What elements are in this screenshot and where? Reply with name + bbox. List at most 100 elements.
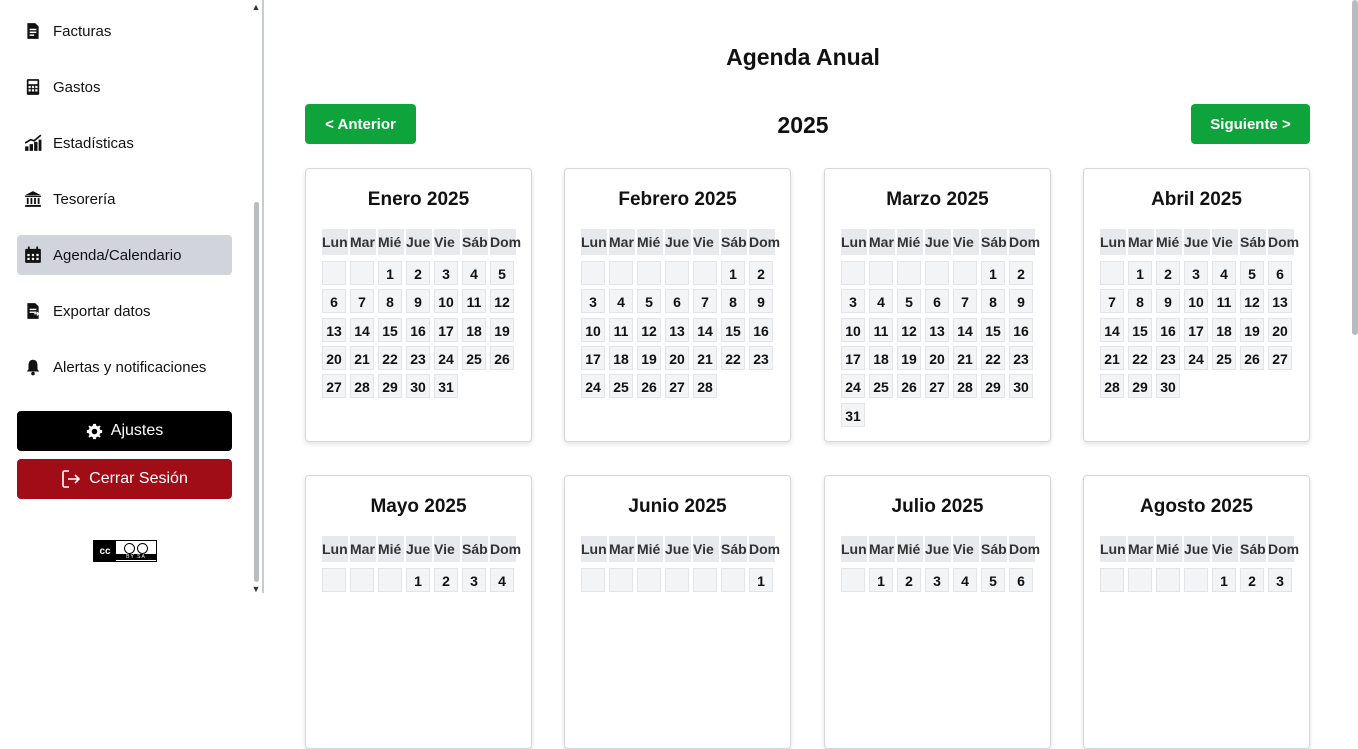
day-cell[interactable]: 29 (378, 374, 402, 399)
day-cell[interactable]: 2 (1240, 568, 1264, 592)
day-cell[interactable]: 10 (581, 317, 605, 342)
sidebar-item-gastos[interactable]: Gastos (17, 67, 232, 107)
day-cell[interactable]: 17 (1184, 317, 1208, 342)
day-cell[interactable]: 2 (406, 261, 430, 285)
day-cell[interactable]: 17 (841, 345, 865, 370)
day-cell[interactable]: 5 (1240, 261, 1264, 285)
day-cell[interactable]: 12 (490, 289, 514, 314)
day-cell[interactable]: 2 (1009, 261, 1033, 285)
day-cell[interactable]: 26 (1240, 345, 1264, 370)
day-cell[interactable]: 12 (897, 317, 921, 342)
day-cell[interactable]: 13 (665, 317, 689, 342)
day-cell[interactable]: 11 (462, 289, 486, 314)
day-cell[interactable]: 22 (1128, 345, 1152, 370)
day-cell[interactable]: 14 (953, 317, 977, 342)
day-cell[interactable]: 8 (721, 289, 745, 314)
day-cell[interactable]: 4 (490, 568, 514, 592)
day-cell[interactable]: 9 (749, 289, 773, 314)
day-cell[interactable]: 5 (981, 568, 1005, 592)
day-cell[interactable]: 3 (841, 289, 865, 314)
day-cell[interactable]: 25 (462, 345, 486, 370)
settings-button[interactable]: Ajustes (17, 411, 232, 451)
day-cell[interactable]: 25 (1212, 345, 1236, 370)
day-cell[interactable]: 10 (841, 317, 865, 342)
day-cell[interactable]: 3 (925, 568, 949, 592)
day-cell[interactable]: 25 (869, 374, 893, 399)
day-cell[interactable]: 15 (981, 317, 1005, 342)
day-cell[interactable]: 6 (1268, 261, 1292, 285)
day-cell[interactable]: 30 (1156, 374, 1180, 399)
day-cell[interactable]: 31 (434, 374, 458, 399)
day-cell[interactable]: 19 (897, 345, 921, 370)
day-cell[interactable]: 3 (434, 261, 458, 285)
day-cell[interactable]: 9 (406, 289, 430, 314)
day-cell[interactable]: 31 (841, 402, 865, 427)
day-cell[interactable]: 20 (322, 345, 346, 370)
day-cell[interactable]: 13 (1268, 289, 1292, 314)
day-cell[interactable]: 22 (721, 345, 745, 370)
day-cell[interactable]: 16 (406, 317, 430, 342)
day-cell[interactable]: 15 (1128, 317, 1152, 342)
day-cell[interactable]: 3 (462, 568, 486, 592)
sidebar-item-agenda[interactable]: Agenda/Calendario (17, 235, 232, 275)
day-cell[interactable]: 22 (378, 345, 402, 370)
day-cell[interactable]: 27 (1268, 345, 1292, 370)
next-year-button[interactable]: Siguiente > (1191, 104, 1310, 144)
sidebar-item-tesoreria[interactable]: Tesorería (17, 179, 232, 219)
day-cell[interactable]: 3 (1268, 568, 1292, 592)
day-cell[interactable]: 2 (749, 261, 773, 285)
day-cell[interactable]: 10 (1184, 289, 1208, 314)
day-cell[interactable]: 2 (1156, 261, 1180, 285)
day-cell[interactable]: 5 (897, 289, 921, 314)
day-cell[interactable]: 6 (925, 289, 949, 314)
day-cell[interactable]: 28 (693, 374, 717, 399)
day-cell[interactable]: 16 (1009, 317, 1033, 342)
sidebar-scrollbar-thumb[interactable] (254, 202, 259, 582)
day-cell[interactable]: 11 (869, 317, 893, 342)
day-cell[interactable]: 18 (869, 345, 893, 370)
day-cell[interactable]: 22 (981, 345, 1005, 370)
day-cell[interactable]: 28 (1100, 374, 1124, 399)
day-cell[interactable]: 16 (749, 317, 773, 342)
logout-button[interactable]: Cerrar Sesión (17, 459, 232, 499)
day-cell[interactable]: 27 (925, 374, 949, 399)
day-cell[interactable]: 6 (322, 289, 346, 314)
day-cell[interactable]: 17 (581, 345, 605, 370)
day-cell[interactable]: 6 (665, 289, 689, 314)
day-cell[interactable]: 2 (897, 568, 921, 592)
day-cell[interactable]: 19 (490, 317, 514, 342)
sidebar-item-exportar[interactable]: Exportar datos (17, 291, 232, 331)
day-cell[interactable]: 4 (1212, 261, 1236, 285)
day-cell[interactable]: 4 (609, 289, 633, 314)
day-cell[interactable]: 3 (1184, 261, 1208, 285)
day-cell[interactable]: 20 (1268, 317, 1292, 342)
day-cell[interactable]: 23 (1009, 345, 1033, 370)
day-cell[interactable]: 30 (1009, 374, 1033, 399)
day-cell[interactable]: 18 (462, 317, 486, 342)
day-cell[interactable]: 20 (665, 345, 689, 370)
day-cell[interactable]: 15 (721, 317, 745, 342)
day-cell[interactable]: 28 (350, 374, 374, 399)
day-cell[interactable]: 24 (434, 345, 458, 370)
day-cell[interactable]: 11 (609, 317, 633, 342)
day-cell[interactable]: 13 (322, 317, 346, 342)
day-cell[interactable]: 2 (434, 568, 458, 592)
sidebar-scroll-up-arrow[interactable]: ▲ (250, 2, 262, 12)
day-cell[interactable]: 18 (609, 345, 633, 370)
day-cell[interactable]: 7 (350, 289, 374, 314)
day-cell[interactable]: 26 (637, 374, 661, 399)
day-cell[interactable]: 7 (1100, 289, 1124, 314)
day-cell[interactable]: 30 (406, 374, 430, 399)
day-cell[interactable]: 24 (1184, 345, 1208, 370)
day-cell[interactable]: 12 (637, 317, 661, 342)
day-cell[interactable]: 7 (693, 289, 717, 314)
day-cell[interactable]: 21 (1100, 345, 1124, 370)
day-cell[interactable]: 23 (749, 345, 773, 370)
day-cell[interactable]: 8 (1128, 289, 1152, 314)
day-cell[interactable]: 12 (1240, 289, 1264, 314)
day-cell[interactable]: 16 (1156, 317, 1180, 342)
main-scrollbar-thumb[interactable] (1352, 0, 1358, 335)
day-cell[interactable]: 7 (953, 289, 977, 314)
day-cell[interactable]: 21 (693, 345, 717, 370)
day-cell[interactable]: 8 (981, 289, 1005, 314)
